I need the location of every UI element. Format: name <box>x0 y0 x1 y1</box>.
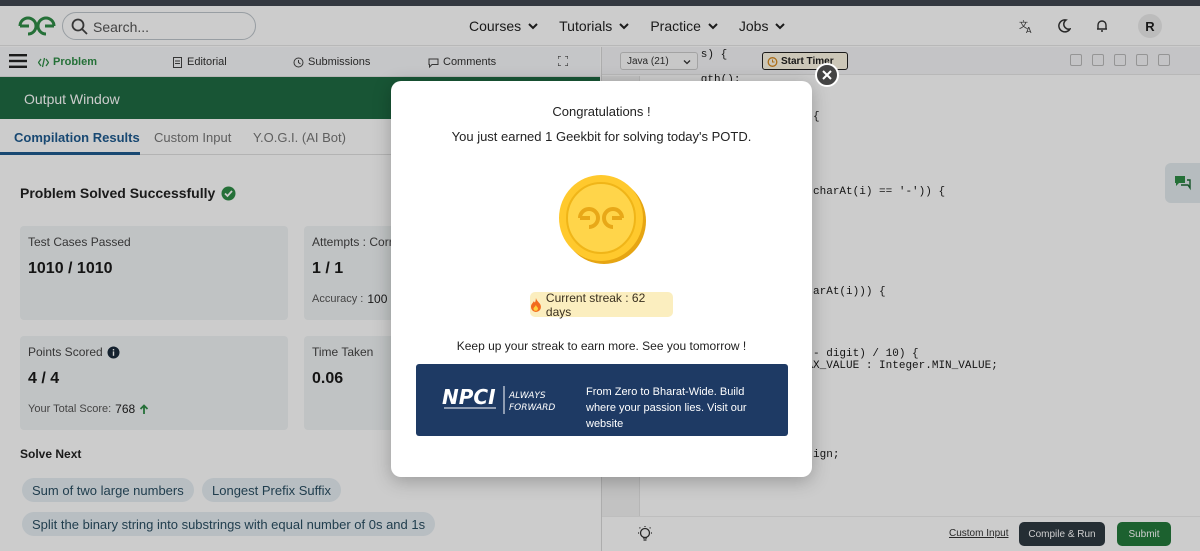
fire-icon <box>530 297 541 312</box>
keep-streak-text: Keep up your streak to earn more. See yo… <box>456 339 747 353</box>
npci-ad-banner[interactable]: NPCI ALWAYS FORWARD From Zero to Bharat-… <box>416 364 788 436</box>
close-modal-button[interactable] <box>815 63 839 87</box>
streak-badge: Current streak : 62 days <box>530 290 673 319</box>
close-icon <box>822 70 832 80</box>
npci-logo-icon: NPCI ALWAYS FORWARD <box>442 385 555 414</box>
modal-title: Congratulations ! <box>552 104 651 119</box>
congratulations-modal: Congratulations ! You just earned 1 Geek… <box>391 81 812 477</box>
svg-text:FORWARD: FORWARD <box>509 403 555 413</box>
svg-text:ALWAYS: ALWAYS <box>508 391 546 401</box>
streak-text: Current streak : 62 days <box>545 290 646 319</box>
banner-text: From Zero to Bharat-Wide. Build where yo… <box>586 386 747 430</box>
svg-text:NPCI: NPCI <box>442 385 496 409</box>
modal-subtitle: You just earned 1 Geekbit for solving to… <box>451 129 752 144</box>
geekbit-coin-icon <box>559 175 646 264</box>
